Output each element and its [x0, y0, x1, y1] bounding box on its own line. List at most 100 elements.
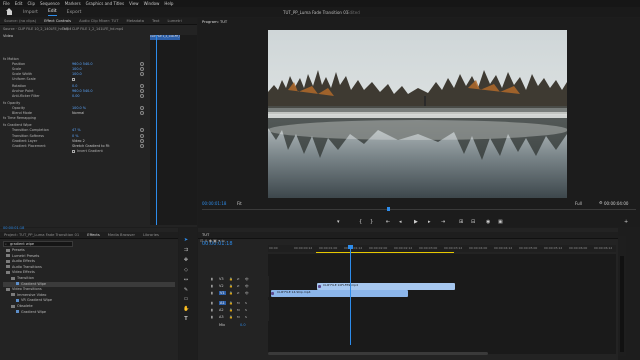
property-value[interactable]: Stretch Gradient to Fit: [72, 144, 110, 148]
checkbox[interactable]: [72, 149, 75, 153]
track-name[interactable]: A2: [219, 308, 224, 312]
menu-item-file[interactable]: File: [3, 1, 10, 6]
menu-item-help[interactable]: Help: [164, 1, 173, 6]
clip-v1[interactable]: CLIP FILE 14.Ship.mp4: [271, 290, 408, 297]
reset-icon[interactable]: [140, 128, 144, 132]
source-patch-icon[interactable]: ▮: [211, 277, 216, 281]
sequence-header[interactable]: TUT · CLIP FILE 1_2_141LFE_hd.mp4: [62, 27, 123, 31]
step-forward-icon[interactable]: ▸: [428, 219, 431, 225]
tab-metadata[interactable]: Metadata: [127, 19, 144, 23]
property-value[interactable]: Video 2: [72, 139, 85, 143]
mini-clip[interactable]: CLIP FILE 1_2_141LFE_hd.mp4: [150, 35, 180, 40]
rectangle-tool-icon[interactable]: ▭: [183, 296, 189, 302]
tab-export[interactable]: Export: [67, 10, 82, 15]
timeline-playhead[interactable]: [350, 245, 351, 345]
track-name[interactable]: V3: [219, 277, 224, 281]
property-row[interactable]: Invert Gradient: [0, 149, 150, 154]
program-timecode[interactable]: 00:00:01:18: [202, 201, 226, 206]
menu-item-edit[interactable]: Edit: [15, 1, 23, 6]
tab-source[interactable]: Source: (no clips): [4, 19, 36, 23]
tab-edit[interactable]: Edit: [47, 9, 57, 16]
pen-tool-icon[interactable]: ✎: [183, 287, 189, 293]
effects-tree-item[interactable]: VR Gradient Wipe: [3, 298, 52, 303]
reset-icon[interactable]: [140, 94, 144, 98]
track-select-tool-icon[interactable]: ⇉: [183, 247, 189, 253]
menu-item-window[interactable]: Window: [144, 1, 160, 6]
mark-in-icon[interactable]: {: [359, 219, 362, 225]
zoom-select[interactable]: Fit: [237, 201, 242, 206]
reset-icon[interactable]: [140, 144, 144, 148]
effects-tree-item[interactable]: Lumetri Presets: [3, 254, 39, 259]
lock-icon[interactable]: 🔒: [229, 315, 234, 319]
mute-icon[interactable]: M: [237, 301, 242, 305]
tab-effect-controls[interactable]: Effect Controls: [44, 19, 71, 23]
go-to-out-icon[interactable]: ⇥: [441, 219, 445, 225]
reset-icon[interactable]: [140, 72, 144, 76]
mini-playhead[interactable]: [156, 35, 157, 225]
checkbox[interactable]: [72, 77, 75, 81]
property-value[interactable]: 0.00: [72, 94, 80, 98]
mute-icon[interactable]: M: [237, 308, 242, 312]
source-patch-icon[interactable]: ▮: [211, 284, 216, 288]
menu-item-markers[interactable]: Markers: [65, 1, 81, 6]
mute-icon[interactable]: M: [237, 315, 242, 319]
playhead-handle[interactable]: [348, 245, 353, 249]
lock-icon[interactable]: 🔒: [229, 308, 234, 312]
tab-import[interactable]: Import: [23, 10, 38, 15]
program-frame[interactable]: [268, 30, 567, 198]
effects-tree-item[interactable]: Immersive Video: [3, 293, 46, 298]
solo-icon[interactable]: S: [245, 301, 250, 305]
reset-icon[interactable]: [140, 67, 144, 71]
property-row[interactable]: fx Time Remapping: [0, 116, 150, 121]
lock-icon[interactable]: 🔒: [229, 284, 234, 288]
play-icon[interactable]: ▶: [414, 219, 418, 225]
mini-timeline[interactable]: CLIP FILE 1_2_141LFE_hd.mp4: [150, 35, 197, 225]
property-value[interactable]: 0.0: [72, 84, 77, 88]
menu-item-graphics-and-titles[interactable]: Graphics and Titles: [86, 1, 124, 6]
source-patch-icon[interactable]: ▮: [211, 301, 216, 305]
effects-tree-item[interactable]: Audio Effects: [3, 259, 35, 264]
source-patch-icon[interactable]: ▮: [211, 315, 216, 319]
property-row[interactable]: Anti-flicker Filter 0.00: [0, 94, 150, 99]
solo-icon[interactable]: S: [245, 308, 250, 312]
track-name[interactable]: A3: [219, 315, 224, 319]
effects-search-input[interactable]: ⌕ gradient wipe: [3, 241, 73, 247]
tab-lumetri[interactable]: Lumetri: [167, 19, 181, 23]
track-row[interactable]: V3 🔒 ⇄ 👁 ▮: [199, 276, 617, 283]
property-value[interactable]: 100.0: [72, 72, 82, 76]
tab-text[interactable]: Text: [152, 19, 159, 23]
add-marker-icon[interactable]: ▾: [337, 219, 340, 225]
add-button-icon[interactable]: +: [624, 219, 628, 225]
menu-item-view[interactable]: View: [129, 1, 139, 6]
selection-tool-icon[interactable]: ➤: [183, 237, 189, 243]
slip-tool-icon[interactable]: ↔: [183, 277, 189, 283]
menu-item-sequence[interactable]: Sequence: [40, 1, 60, 6]
effects-tree-item[interactable]: Obsolete: [3, 304, 33, 309]
program-playhead[interactable]: [387, 207, 390, 211]
property-value[interactable]: 100.0: [72, 67, 82, 71]
lock-icon[interactable]: 🔒: [229, 291, 234, 295]
reset-icon[interactable]: [140, 134, 144, 138]
mark-out-icon[interactable]: }: [370, 219, 373, 225]
program-scrub-bar[interactable]: [202, 209, 636, 210]
insert-icon[interactable]: ⊞: [459, 219, 463, 225]
property-value[interactable]: Normal: [72, 111, 84, 115]
solo-icon[interactable]: S: [245, 315, 250, 319]
reset-icon[interactable]: [140, 89, 144, 93]
eye-icon[interactable]: 👁: [245, 291, 250, 295]
quality-select[interactable]: Full: [575, 201, 582, 206]
export-frame-icon[interactable]: ◉: [486, 219, 490, 225]
overwrite-icon[interactable]: ⊟: [471, 219, 475, 225]
mix-value[interactable]: 0.0: [240, 323, 246, 327]
type-tool-icon[interactable]: T: [183, 316, 189, 322]
lock-icon[interactable]: 🔒: [229, 277, 234, 281]
property-row[interactable]: Transition Completion 47 %: [0, 128, 150, 133]
effects-tree-item[interactable]: Transition: [3, 276, 34, 281]
effects-tree-item[interactable]: Video Transitions: [3, 287, 42, 292]
tab-effects[interactable]: Effects: [87, 233, 100, 237]
tab-audio-clip-mixer[interactable]: Audio Clip Mixer: TUT: [79, 19, 118, 23]
source-patch-icon[interactable]: ▮: [211, 308, 216, 312]
eye-icon[interactable]: 👁: [245, 277, 250, 281]
lock-icon[interactable]: 🔒: [229, 301, 234, 305]
reset-icon[interactable]: [140, 84, 144, 88]
